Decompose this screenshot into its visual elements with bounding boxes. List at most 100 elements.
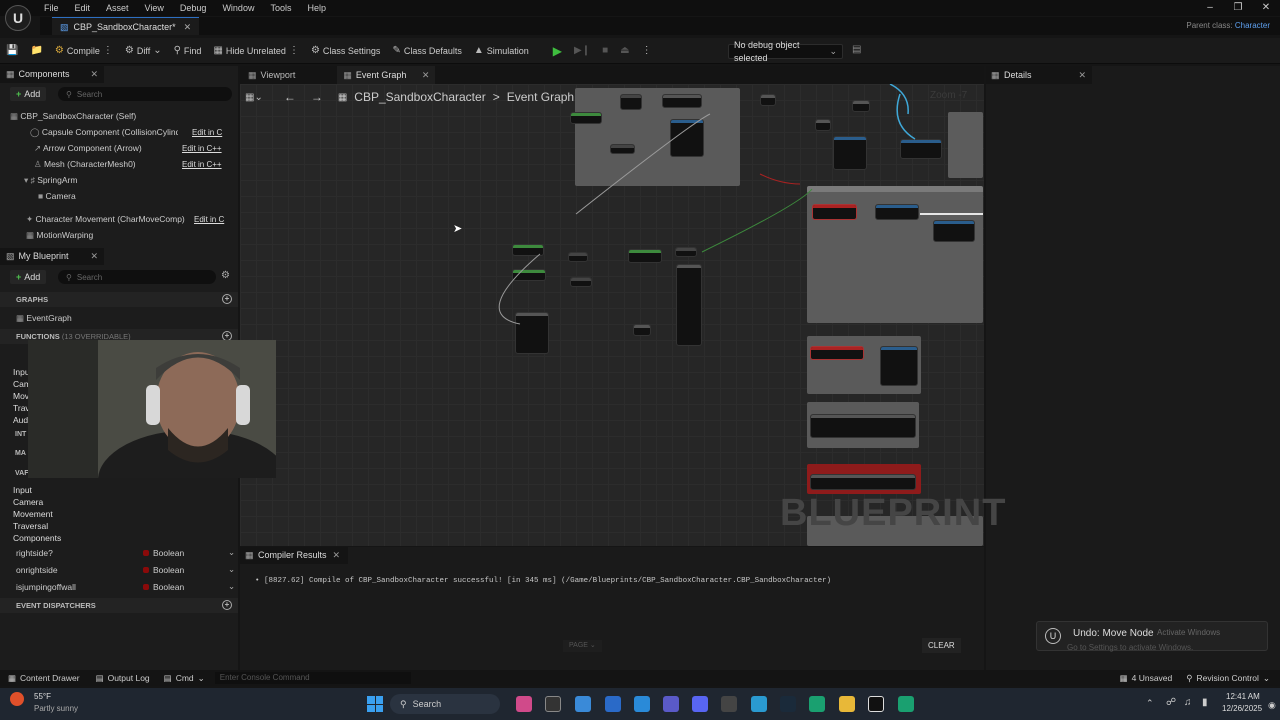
app-icon[interactable] bbox=[721, 696, 737, 712]
clock-date[interactable]: 12/26/2025 bbox=[1222, 704, 1262, 713]
output-log-button[interactable]: ▤ Output Log bbox=[96, 673, 150, 684]
variable-type[interactable]: Boolean bbox=[143, 548, 184, 558]
tab-viewport[interactable]: ▦ Viewport bbox=[242, 66, 301, 84]
debug-target-icon[interactable]: ▤ bbox=[852, 44, 861, 55]
menu-debug[interactable]: Debug bbox=[172, 0, 215, 16]
weather-desc[interactable]: Partly sunny bbox=[34, 704, 78, 713]
play-button[interactable]: ▶ bbox=[547, 38, 568, 64]
play-options-button[interactable]: ⋮ bbox=[636, 38, 658, 64]
event-graph-item[interactable]: ▦ EventGraph bbox=[16, 310, 72, 326]
menu-help[interactable]: Help bbox=[299, 0, 334, 16]
add-dispatcher-icon[interactable]: + bbox=[222, 600, 232, 610]
compile-button[interactable]: ⚙ Compile ⋮ bbox=[49, 38, 119, 64]
task-view-icon[interactable] bbox=[545, 696, 561, 712]
page-button[interactable]: PAGE ⌄ bbox=[563, 640, 602, 652]
more-options-icon[interactable]: ⋮ bbox=[289, 45, 299, 56]
component-camera[interactable]: ■ Camera bbox=[38, 188, 76, 204]
menu-asset[interactable]: Asset bbox=[98, 0, 137, 16]
clock-time[interactable]: 12:41 AM bbox=[1226, 692, 1260, 701]
volume-icon[interactable]: ♫ bbox=[1184, 697, 1192, 708]
class-defaults-button[interactable]: ✎ Class Defaults bbox=[386, 38, 467, 64]
teams-icon[interactable] bbox=[663, 696, 679, 712]
simulation-button[interactable]: ▲ Simulation bbox=[468, 38, 535, 64]
clear-button[interactable]: CLEAR bbox=[922, 638, 961, 653]
forward-arrow-icon[interactable]: → bbox=[311, 90, 323, 104]
close-icon[interactable]: ✕ bbox=[90, 66, 98, 83]
chrome-like-icon[interactable] bbox=[575, 696, 591, 712]
menu-edit[interactable]: Edit bbox=[67, 0, 99, 16]
variable-category[interactable]: Components bbox=[13, 533, 61, 543]
component-capsule[interactable]: ◯ Capsule Component (CollisionCylinder) bbox=[30, 124, 178, 140]
add-member-button[interactable]: + Add bbox=[10, 270, 47, 284]
chevron-down-icon[interactable]: ⌄ bbox=[228, 547, 235, 558]
close-icon[interactable]: ✕ bbox=[90, 248, 98, 265]
edit-in-cpp-link[interactable]: Edit in C++ bbox=[182, 160, 222, 169]
function-category-partial[interactable]: Mov bbox=[13, 391, 29, 401]
variable-category[interactable]: Input bbox=[13, 485, 32, 495]
my-blueprint-tab[interactable]: ▧ My Blueprint ✕ bbox=[0, 248, 104, 265]
graph-canvas[interactable] bbox=[240, 84, 984, 546]
tray-chevron-icon[interactable]: ⌃ bbox=[1146, 698, 1154, 709]
app-icon[interactable] bbox=[809, 696, 825, 712]
close-icon[interactable]: ✕ bbox=[1078, 66, 1086, 84]
section-partial[interactable]: INT bbox=[15, 431, 26, 438]
console-command-input[interactable]: Enter Console Command bbox=[214, 672, 411, 684]
graphs-section[interactable]: GRAPHS + bbox=[0, 292, 238, 307]
details-tab[interactable]: ▦ Details ✕ bbox=[986, 66, 1092, 84]
copilot-icon[interactable] bbox=[516, 696, 532, 712]
graph-options-icon[interactable]: ▦⌄ bbox=[245, 92, 263, 103]
menu-file[interactable]: File bbox=[36, 0, 67, 16]
minimize-icon[interactable]: – bbox=[1196, 1, 1224, 15]
gear-icon[interactable]: ⚙ bbox=[221, 270, 230, 281]
section-partial[interactable]: VAF bbox=[15, 470, 28, 477]
variable-row[interactable]: rightside? Boolean ⌄ bbox=[0, 544, 238, 561]
windows-start-icon[interactable] bbox=[367, 696, 383, 712]
revision-control-button[interactable]: ⚲ Revision Control ⌄ bbox=[1186, 673, 1270, 684]
unreal-logo-icon[interactable]: U bbox=[5, 5, 31, 31]
compile-options-icon[interactable]: ⋮ bbox=[103, 45, 113, 56]
network-icon[interactable]: ☍ bbox=[1166, 697, 1176, 708]
function-category-partial[interactable]: Aud bbox=[13, 415, 28, 425]
components-search-input[interactable]: ⚲ Search bbox=[58, 87, 232, 101]
components-tab[interactable]: ▦ Components ✕ bbox=[0, 66, 104, 83]
debug-object-select[interactable]: No debug object selected ⌄ bbox=[728, 40, 843, 63]
add-graph-icon[interactable]: + bbox=[222, 294, 232, 304]
edge-icon[interactable] bbox=[634, 696, 650, 712]
file-explorer-icon[interactable] bbox=[839, 696, 855, 712]
weather-temp[interactable]: 55°F bbox=[34, 692, 51, 701]
expand-icon[interactable]: ▾ bbox=[24, 175, 31, 185]
browse-button[interactable]: 📁 bbox=[24, 38, 48, 64]
menu-window[interactable]: Window bbox=[214, 0, 262, 16]
stop-button[interactable]: ■ bbox=[596, 38, 614, 64]
maximize-icon[interactable]: ❐ bbox=[1224, 1, 1252, 15]
my-blueprint-search-input[interactable]: ⚲ Search bbox=[58, 270, 216, 284]
breadcrumb-root[interactable]: CBP_SandboxCharacter bbox=[354, 90, 485, 104]
browser-icon[interactable] bbox=[751, 696, 767, 712]
component-self[interactable]: ▦ CBP_SandboxCharacter (Self) bbox=[10, 108, 136, 124]
chevron-down-icon[interactable]: ⌄ bbox=[228, 581, 235, 592]
taskbar-search[interactable]: ⚲ Search bbox=[390, 694, 500, 714]
variable-type[interactable]: Boolean bbox=[143, 582, 184, 592]
content-drawer-button[interactable]: ▦ Content Drawer bbox=[8, 673, 80, 684]
document-tab[interactable]: ▧ CBP_SandboxCharacter* ✕ bbox=[52, 17, 200, 35]
variable-category[interactable]: Movement bbox=[13, 509, 53, 519]
close-icon[interactable]: ✕ bbox=[422, 66, 430, 84]
close-icon[interactable]: ✕ bbox=[332, 547, 340, 564]
component-springarm[interactable]: ▾ ♯ SpringArm bbox=[24, 172, 77, 188]
notification-bell-icon[interactable]: ◉ bbox=[1268, 700, 1276, 711]
edit-in-cpp-link[interactable]: Edit in C bbox=[192, 128, 222, 137]
chevron-down-icon[interactable]: ⌄ bbox=[228, 564, 235, 575]
close-window-icon[interactable]: ✕ bbox=[1252, 1, 1280, 15]
compiler-results-tab[interactable]: ▦ Compiler Results ✕ bbox=[240, 547, 348, 564]
variable-type[interactable]: Boolean bbox=[143, 565, 184, 575]
parent-class-value[interactable]: Character bbox=[1235, 21, 1270, 30]
component-arrow[interactable]: ↗ Arrow Component (Arrow) bbox=[34, 140, 142, 156]
hide-unrelated-button[interactable]: ▦ Hide Unrelated ⋮ bbox=[207, 38, 305, 64]
component-charmove[interactable]: ✦ Character Movement (CharMoveComp) bbox=[26, 211, 192, 227]
discord-icon[interactable] bbox=[692, 696, 708, 712]
unreal-engine-icon[interactable] bbox=[868, 696, 884, 712]
edit-in-cpp-link[interactable]: Edit in C bbox=[194, 215, 224, 224]
battery-icon[interactable]: ▮ bbox=[1202, 697, 1208, 708]
variable-row[interactable]: onrightside Boolean ⌄ bbox=[0, 561, 238, 578]
variable-row[interactable]: isjumpingoffwall Boolean ⌄ bbox=[0, 578, 238, 595]
